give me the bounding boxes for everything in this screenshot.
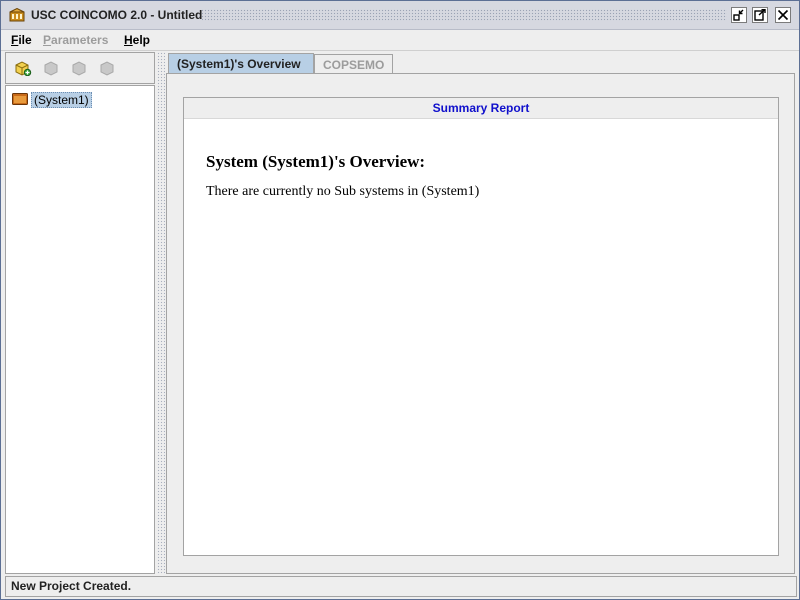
menu-parameters[interactable]: Parameters	[43, 33, 108, 47]
app-logo-icon	[9, 7, 25, 22]
title-bar-texture	[201, 9, 727, 21]
content-panel: (System1)'s Overview COPSEMO Summary Rep…	[166, 52, 795, 574]
tab-system1-overview[interactable]: (System1)'s Overview	[168, 53, 314, 75]
tab-content: Summary Report System (System1)'s Overvi…	[166, 73, 795, 574]
add-system-icon[interactable]	[14, 60, 32, 77]
project-toolbar	[5, 52, 155, 84]
sub-component-icon[interactable]	[70, 60, 88, 76]
status-text: New Project Created.	[11, 579, 132, 593]
report-title: Summary Report	[432, 101, 530, 115]
menu-file-label: ile	[18, 33, 32, 47]
close-button[interactable]	[775, 7, 791, 23]
module-icon[interactable]	[98, 60, 116, 76]
summary-report: Summary Report System (System1)'s Overvi…	[183, 97, 779, 556]
app-window: USC COINCOMO 2.0 - Untitled File Paramet…	[0, 0, 800, 600]
maximize-button[interactable]	[752, 7, 768, 23]
report-body: System (System1)'s Overview: There are c…	[184, 119, 778, 555]
menu-file[interactable]: File	[11, 33, 32, 47]
split-pane-divider[interactable]	[157, 52, 165, 574]
window-title: USC COINCOMO 2.0 - Untitled	[31, 8, 203, 22]
minimize-icon	[733, 9, 744, 21]
report-header: Summary Report	[184, 98, 778, 119]
close-icon	[777, 9, 789, 21]
tab-system1-overview-label: (System1)'s Overview	[177, 57, 301, 71]
tab-copsemo[interactable]: COPSEMO	[314, 54, 393, 74]
tab-strip: (System1)'s Overview COPSEMO	[166, 52, 795, 75]
component-icon[interactable]	[42, 60, 60, 76]
status-bar: New Project Created.	[5, 576, 797, 597]
tab-copsemo-label: COPSEMO	[323, 58, 385, 72]
menu-help[interactable]: Help	[124, 33, 150, 47]
menu-parameters-mnemonic: P	[43, 33, 52, 47]
menu-help-mnemonic: H	[124, 33, 133, 47]
menu-parameters-label: arameters	[51, 33, 109, 47]
report-heading: System (System1)'s Overview:	[206, 152, 426, 171]
maximize-icon	[754, 9, 766, 21]
title-bar[interactable]: USC COINCOMO 2.0 - Untitled	[1, 1, 799, 30]
tree-node-system1[interactable]: (System1)	[12, 92, 92, 108]
menu-bar: File Parameters Help	[1, 30, 799, 51]
tree-node-label[interactable]: (System1)	[31, 92, 92, 108]
menu-help-label: elp	[132, 33, 151, 47]
minimize-button[interactable]	[731, 7, 747, 23]
report-text: There are currently no Sub systems in (S…	[206, 184, 480, 199]
project-panel: (System1)	[5, 52, 155, 574]
folder-icon	[12, 92, 28, 108]
project-tree[interactable]: (System1)	[5, 85, 155, 574]
